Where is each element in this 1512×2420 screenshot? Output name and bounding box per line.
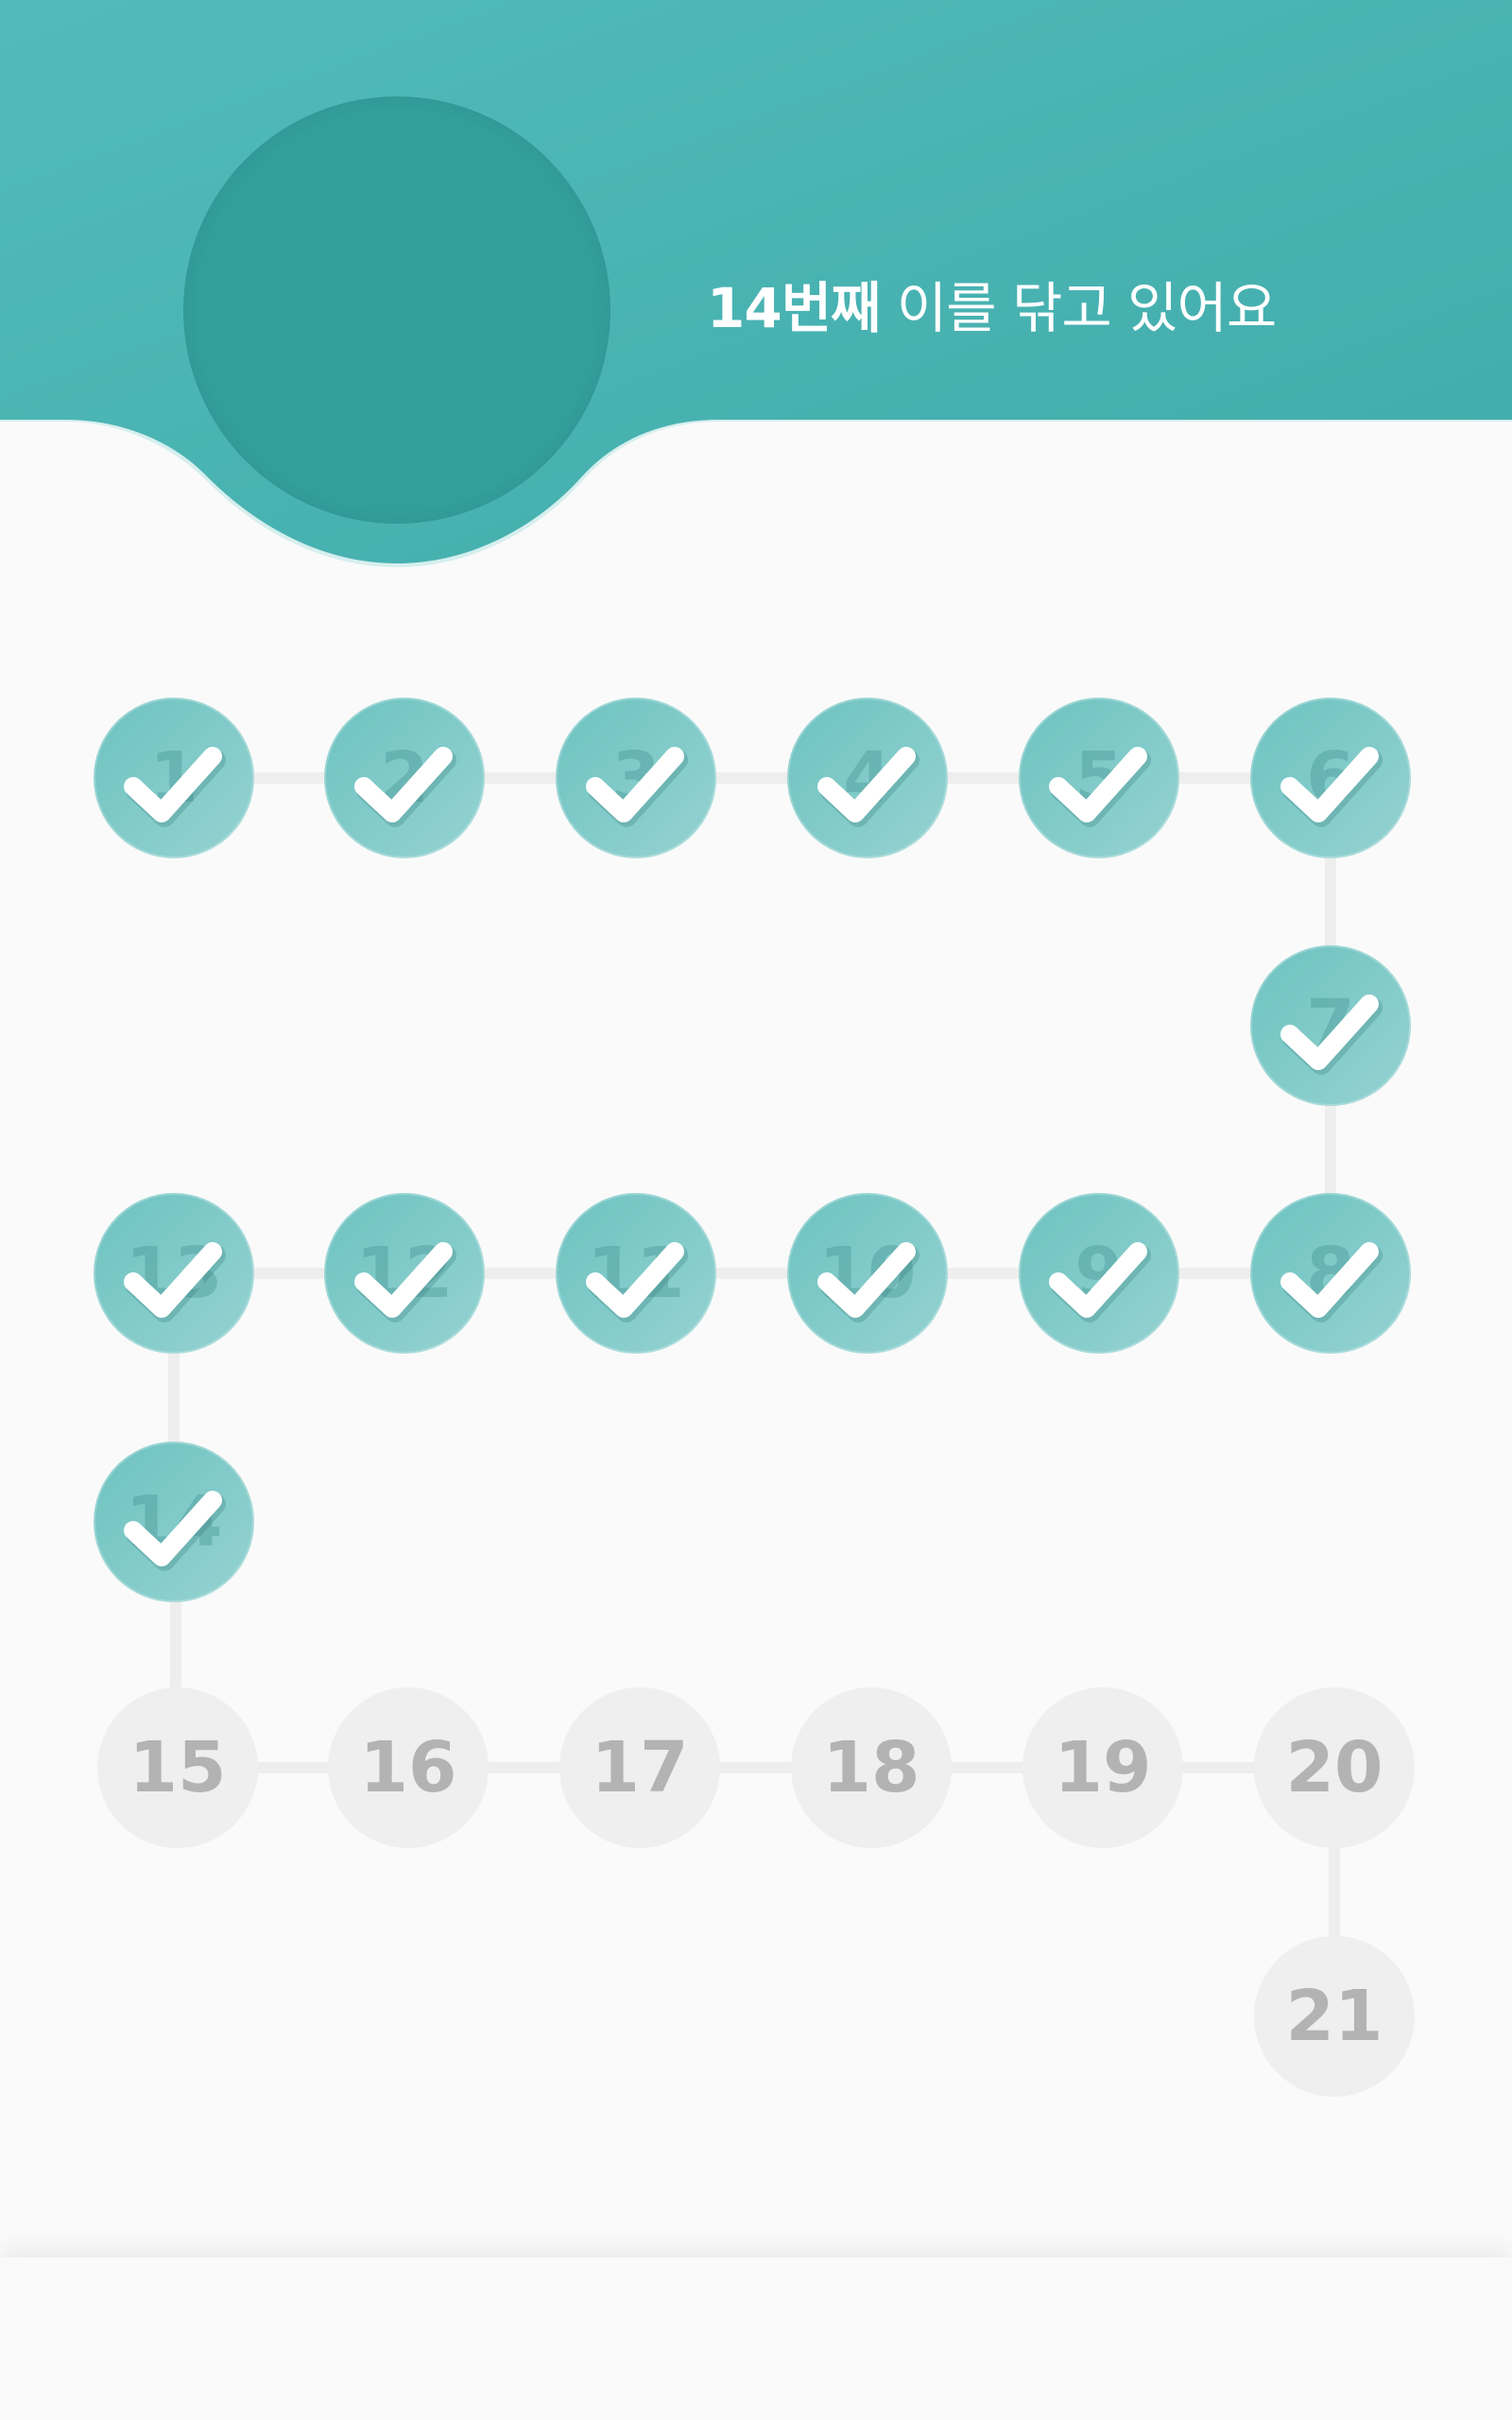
step-10: 10 — [787, 1193, 948, 1354]
step-number: 19 — [1054, 1727, 1152, 1808]
step-2: 2 — [324, 698, 485, 858]
check-icon — [1280, 994, 1383, 1075]
check-icon — [1049, 1242, 1151, 1322]
step-15: 15 — [97, 1687, 258, 1848]
progress-grid: 1 2 3 4 5 6 7 8 9 10 11 12 13 14 15 16 17 18 19 20 21 — [0, 0, 1512, 2420]
step-number: 21 — [1285, 1976, 1383, 2057]
check-icon — [1049, 747, 1151, 827]
step-number: 20 — [1285, 1727, 1383, 1808]
step-13: 13 — [94, 1193, 254, 1354]
step-12: 12 — [324, 1193, 485, 1354]
step-3: 3 — [556, 698, 716, 858]
step-17: 17 — [559, 1687, 720, 1848]
check-icon — [817, 747, 919, 827]
check-icon — [1280, 747, 1383, 827]
step-number: 16 — [359, 1727, 457, 1808]
step-8: 8 — [1250, 1193, 1411, 1354]
check-icon — [1280, 1242, 1383, 1322]
step-20: 20 — [1254, 1687, 1415, 1848]
step-21: 21 — [1254, 1936, 1415, 2097]
step-number: 15 — [129, 1727, 227, 1808]
bottom-bar — [0, 2257, 1512, 2420]
check-icon — [586, 747, 688, 827]
step-1: 1 — [94, 698, 254, 858]
step-7: 7 — [1250, 945, 1411, 1106]
check-icon — [124, 1242, 226, 1322]
check-icon — [124, 1491, 226, 1571]
check-icon — [124, 747, 226, 827]
step-14: 14 — [94, 1442, 254, 1602]
step-6: 6 — [1250, 698, 1411, 858]
step-16: 16 — [328, 1687, 489, 1848]
check-icon — [354, 747, 456, 827]
check-icon — [817, 1242, 919, 1322]
step-11: 11 — [556, 1193, 716, 1354]
step-19: 19 — [1022, 1687, 1183, 1848]
step-4: 4 — [787, 698, 948, 858]
step-18: 18 — [791, 1687, 952, 1848]
step-number: 18 — [822, 1727, 920, 1808]
step-5: 5 — [1019, 698, 1179, 858]
step-number: 17 — [591, 1727, 689, 1808]
check-icon — [586, 1242, 688, 1322]
check-icon — [354, 1242, 456, 1322]
step-9: 9 — [1019, 1193, 1179, 1354]
